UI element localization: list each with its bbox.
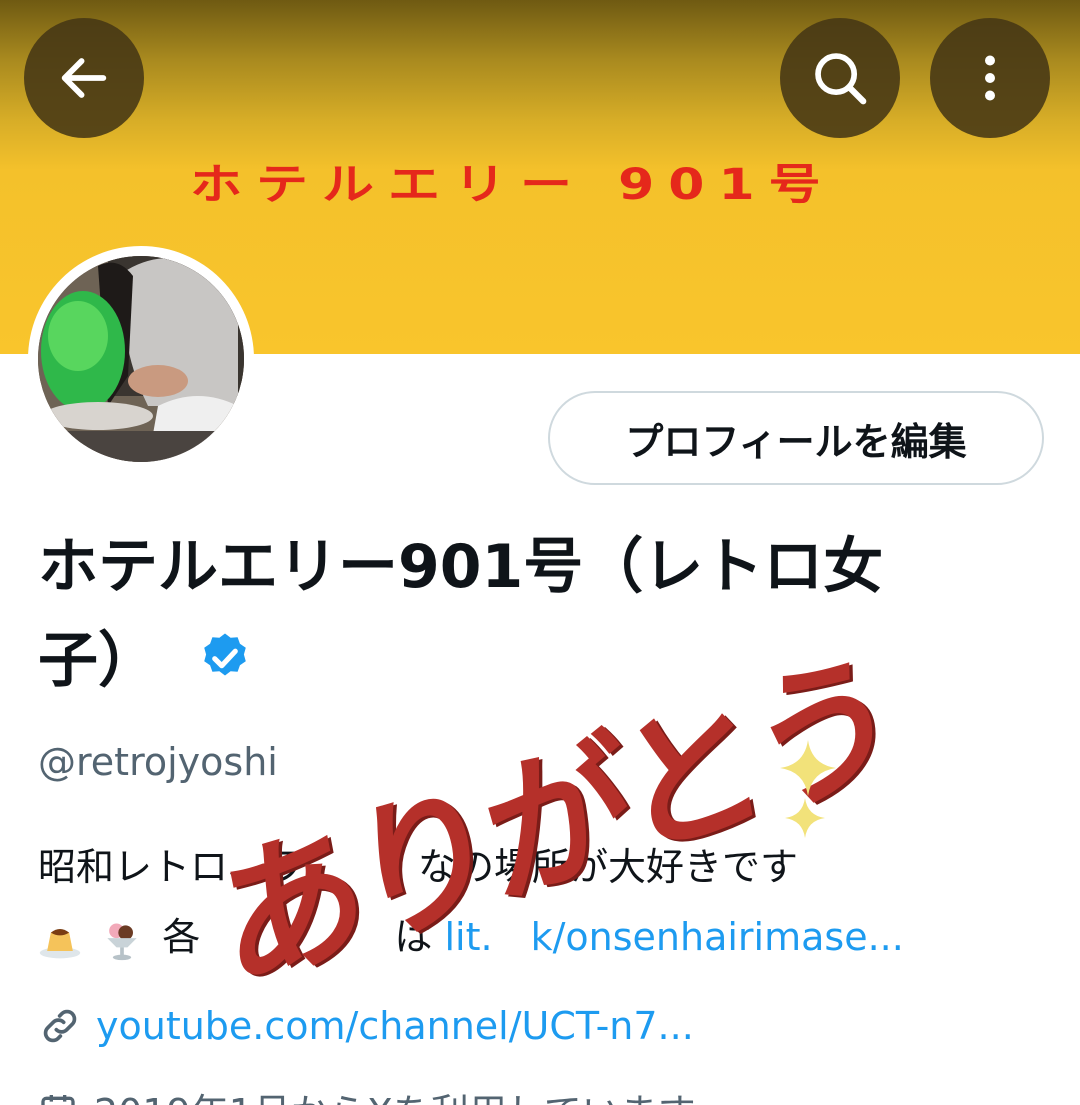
website-link[interactable]: youtube.com/channel/UCT-n7...	[96, 1004, 694, 1048]
arrow-left-icon	[61, 58, 107, 98]
bio-line-1: 昭和レトロ、ラ なの場所が大好きです	[38, 845, 799, 889]
user-handle: @retrojyoshi	[38, 740, 278, 784]
bio-line-2: 各 は lit. k/onsenhairimase...	[38, 902, 1048, 972]
joined-row: 2019年1月からXを利用しています	[38, 1082, 696, 1105]
more-options-button[interactable]	[930, 18, 1050, 138]
bio-line-2-mid: は	[394, 915, 433, 959]
search-icon	[815, 53, 867, 105]
pudding-emoji-icon	[39, 928, 81, 958]
banner-title: ホテルエリー 901号	[190, 160, 835, 210]
avatar[interactable]	[28, 246, 254, 472]
bio-line-2-text: 各	[162, 915, 201, 959]
edit-profile-button[interactable]: プロフィールを編集	[548, 391, 1044, 485]
ice-cream-emoji-icon	[107, 923, 137, 960]
website-row: youtube.com/channel/UCT-n7...	[38, 1004, 694, 1048]
avatar-photo	[38, 256, 244, 462]
bio: 昭和レトロ、ラ なの場所が大好きです 各 は lit. k/onsenhairi…	[38, 832, 1048, 972]
calendar-icon	[41, 1094, 75, 1105]
back-button[interactable]	[24, 18, 144, 138]
display-name-text: ホテルエリー901号（レトロ女子）	[38, 532, 884, 696]
link-icon	[43, 1009, 77, 1043]
bio-link[interactable]: lit. k/onsenhairimase...	[445, 915, 904, 959]
display-name: ホテルエリー901号（レトロ女子）	[38, 520, 978, 708]
search-button[interactable]	[780, 18, 900, 138]
joined-date: 2019年1月からXを利用しています	[94, 1082, 696, 1105]
sparkle-icon	[780, 740, 836, 796]
verified-badge-icon[interactable]	[197, 630, 253, 686]
more-vertical-icon	[985, 55, 995, 101]
